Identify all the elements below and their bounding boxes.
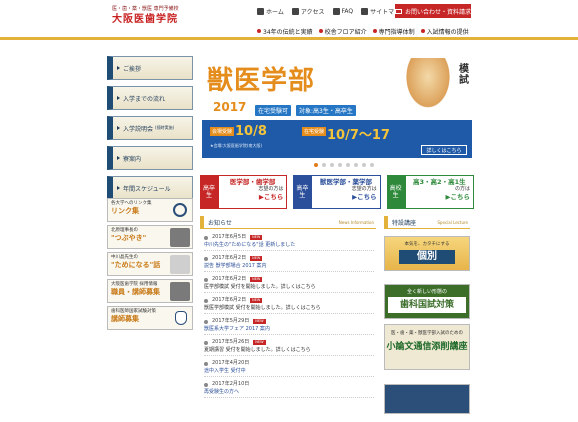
hero-year: 2017: [213, 100, 247, 114]
news-item: 2017年5月26日 NEW 夏期講習 受付を開始しました。詳しくはこちら: [204, 339, 374, 356]
subnav-tradition[interactable]: 34年の伝統と実績: [257, 27, 313, 36]
nav-info-session[interactable]: 入学説明会 (随時実施): [107, 116, 193, 140]
mail-icon: [395, 8, 402, 14]
new-badge: NEW: [253, 340, 266, 345]
news-item: 2017年5月29日 NEW 獣医系大学フェア 2017 案内: [204, 318, 374, 335]
site-logo[interactable]: 医・歯・薬・獣医 専門予備校 大阪医歯学院: [112, 6, 179, 36]
banner-dental-lecturer[interactable]: 歯科医師国家試験対策 講師募集: [107, 306, 193, 330]
news-text[interactable]: 夏期講習 受付を開始しました。詳しくはこちら: [204, 346, 374, 354]
carousel-dot[interactable]: [354, 163, 358, 167]
category-medical-dental[interactable]: 高卒生 医学部・歯学部 志望の方は ▶こちら: [200, 175, 288, 209]
subnav-system[interactable]: 専門指導体制: [373, 27, 415, 36]
banner-recruit[interactable]: 大阪医歯学院 採用情報 職員・講師募集: [107, 279, 193, 303]
topnav-access[interactable]: アクセス: [291, 6, 325, 16]
dog-image: [403, 58, 453, 112]
logo-name: 大阪医歯学院: [112, 14, 178, 25]
top-navigation: ホーム アクセス FAQ サイトマップ: [257, 6, 406, 16]
feature-banner-bottom[interactable]: [384, 384, 470, 414]
subnav-floor[interactable]: 校舎フロア紹介: [319, 27, 367, 36]
hero-pill-home: 在宅受験可: [255, 105, 292, 116]
new-badge: NEW: [250, 298, 263, 303]
stethoscope-icon: [173, 203, 187, 217]
carousel-dot[interactable]: [314, 163, 318, 167]
news-item: 2017年6月2日 NEW 説告 獣学部場合 2017 案内: [204, 255, 374, 272]
carousel-dots: [314, 163, 374, 167]
banner-links[interactable]: 各大学へのリンク集 リンク集: [107, 198, 193, 222]
news-item: 2017年6月2日 NEW 獣医学部模試 受付を開始しました。詳しくはこちら: [204, 297, 374, 314]
news-link[interactable]: 再受験生の方へ: [204, 388, 374, 396]
venue-exam-label: 会場受験: [210, 127, 235, 136]
special-lecture-heading: 特設講座 Special Lecture: [384, 216, 470, 229]
banner-tweets[interactable]: 北原理事長の "つぶやき": [107, 225, 193, 249]
sitemap-icon: [361, 7, 369, 15]
arrow-icon: [117, 156, 120, 160]
left-banners: 各大学へのリンク集 リンク集 北原理事長の "つぶやき" 中川晶先生の "ためになる"…: [107, 198, 193, 333]
carousel-dot[interactable]: [370, 163, 374, 167]
exam-location: ★会場:大阪医歯学院(南大阪): [210, 143, 263, 148]
inquiry-button[interactable]: お問い合わせ・資料請求: [395, 4, 471, 18]
news-text[interactable]: 獣医学部模試 受付を開始しました。詳しくはこちら: [204, 304, 374, 312]
news-item: 2017年2月10日 再受験生の方へ: [204, 381, 374, 398]
topnav-faq[interactable]: FAQ: [332, 6, 353, 16]
tooth-icon: [175, 311, 187, 325]
new-badge: NEW: [250, 235, 263, 240]
staff-photo: [170, 282, 190, 301]
news-list: 2017年6月5日 NEW 中川先生の"ためになる"話 更新しました 2017年6月…: [204, 234, 374, 402]
carousel-dot[interactable]: [322, 163, 326, 167]
news-link[interactable]: 中川先生の"ためになる"話 更新しました: [204, 241, 374, 249]
arrow-icon: [117, 126, 120, 130]
carousel-dot[interactable]: [346, 163, 350, 167]
logo-tagline: 医・歯・薬・獣医 専門予備校: [112, 6, 179, 12]
left-navigation: ご挨拶 入学までの流れ 入学説明会 (随時実施) 寮案内 年間スケジュール: [107, 56, 193, 206]
hero-title: 獣医学部: [207, 66, 316, 96]
hero-date-band: 会場受験 10/8 在宅受験 10/7〜17 ★会場:大阪医歯学院(南大阪) 詳…: [202, 120, 472, 158]
hero-vertical-text: 模試: [459, 64, 469, 86]
chat-icon: [332, 7, 340, 15]
carousel-dot[interactable]: [330, 163, 334, 167]
venue-exam-date: 10/8: [235, 124, 267, 139]
news-link[interactable]: 途中入学生 受付中: [204, 367, 374, 375]
feature-essay-course[interactable]: 医・歯・薬・獣医学部入試のための 小論文通信添削講座: [384, 324, 470, 370]
sub-navigation: 34年の伝統と実績 校舎フロア紹介 専門指導体制 入試情報の提供: [257, 27, 469, 36]
hero-banner[interactable]: 獣医学部 模試 2017 在宅受験可 対象:高3生・高卒生 会場受験 10/8 …: [200, 56, 474, 160]
news-item: 2017年6月5日 NEW 中川先生の"ためになる"話 更新しました: [204, 234, 374, 251]
category-links: 高卒生 医学部・歯学部 志望の方は ▶こちら 高卒生 獣医学部・薬学部 志望の方…: [200, 175, 474, 209]
nav-schedule[interactable]: 年間スケジュール: [107, 176, 193, 200]
subnav-exam-info[interactable]: 入試情報の提供: [421, 27, 469, 36]
new-badge: NEW: [253, 319, 266, 324]
news-link[interactable]: 獣医系大学フェア 2017 案内: [204, 325, 374, 333]
arrow-icon: [117, 66, 120, 70]
carousel-dot[interactable]: [362, 163, 366, 167]
nav-admission-flow[interactable]: 入学までの流れ: [107, 86, 193, 110]
nav-dormitory[interactable]: 寮案内: [107, 146, 193, 170]
category-vet-pharmacy[interactable]: 高卒生 獣医学部・薬学部 志望の方は ▶こちら: [293, 175, 381, 209]
hero-more-button[interactable]: 詳しくはこちら: [421, 145, 467, 155]
chairman-photo: [170, 228, 190, 247]
arrow-icon: [117, 186, 120, 190]
arrow-icon: [117, 96, 120, 100]
carousel-dot[interactable]: [338, 163, 342, 167]
topnav-home[interactable]: ホーム: [257, 6, 284, 16]
bus-icon: [291, 7, 299, 15]
nav-greeting[interactable]: ご挨拶: [107, 56, 193, 80]
site-header: 医・歯・薬・獣医 専門予備校 大阪医歯学院 ホーム アクセス FAQ サイトマッ…: [0, 0, 578, 40]
news-item: 2017年6月2日 NEW 医学部模試 受付を開始しました。詳しくはこちら: [204, 276, 374, 293]
news-heading: お知らせ News Information: [200, 216, 376, 229]
home-exam-date: 10/7〜17: [327, 128, 390, 143]
feature-individual[interactable]: 本気を、カタチにする 個別: [384, 236, 470, 271]
teacher-photo: [170, 255, 190, 274]
news-text[interactable]: 医学部模試 受付を開始しました。詳しくはこちら: [204, 283, 374, 291]
news-link[interactable]: 説告 獣学部場合 2017 案内: [204, 262, 374, 270]
news-item: 2017年4月20日 途中入学生 受付中: [204, 360, 374, 377]
category-high-school[interactable]: 高校生 高3・高2・高1生 の方は ▶こちら: [386, 175, 474, 209]
feature-dental-exam[interactable]: 全く新しい形態の 歯科国試対策: [384, 284, 470, 319]
hero-pill-target: 対象:高3生・高卒生: [296, 105, 356, 116]
new-badge: NEW: [250, 256, 263, 261]
new-badge: NEW: [250, 277, 263, 282]
home-exam-label: 在宅受験: [302, 127, 327, 136]
banner-useful-talk[interactable]: 中川晶先生の "ためになる"話: [107, 252, 193, 276]
home-icon: [257, 7, 264, 15]
